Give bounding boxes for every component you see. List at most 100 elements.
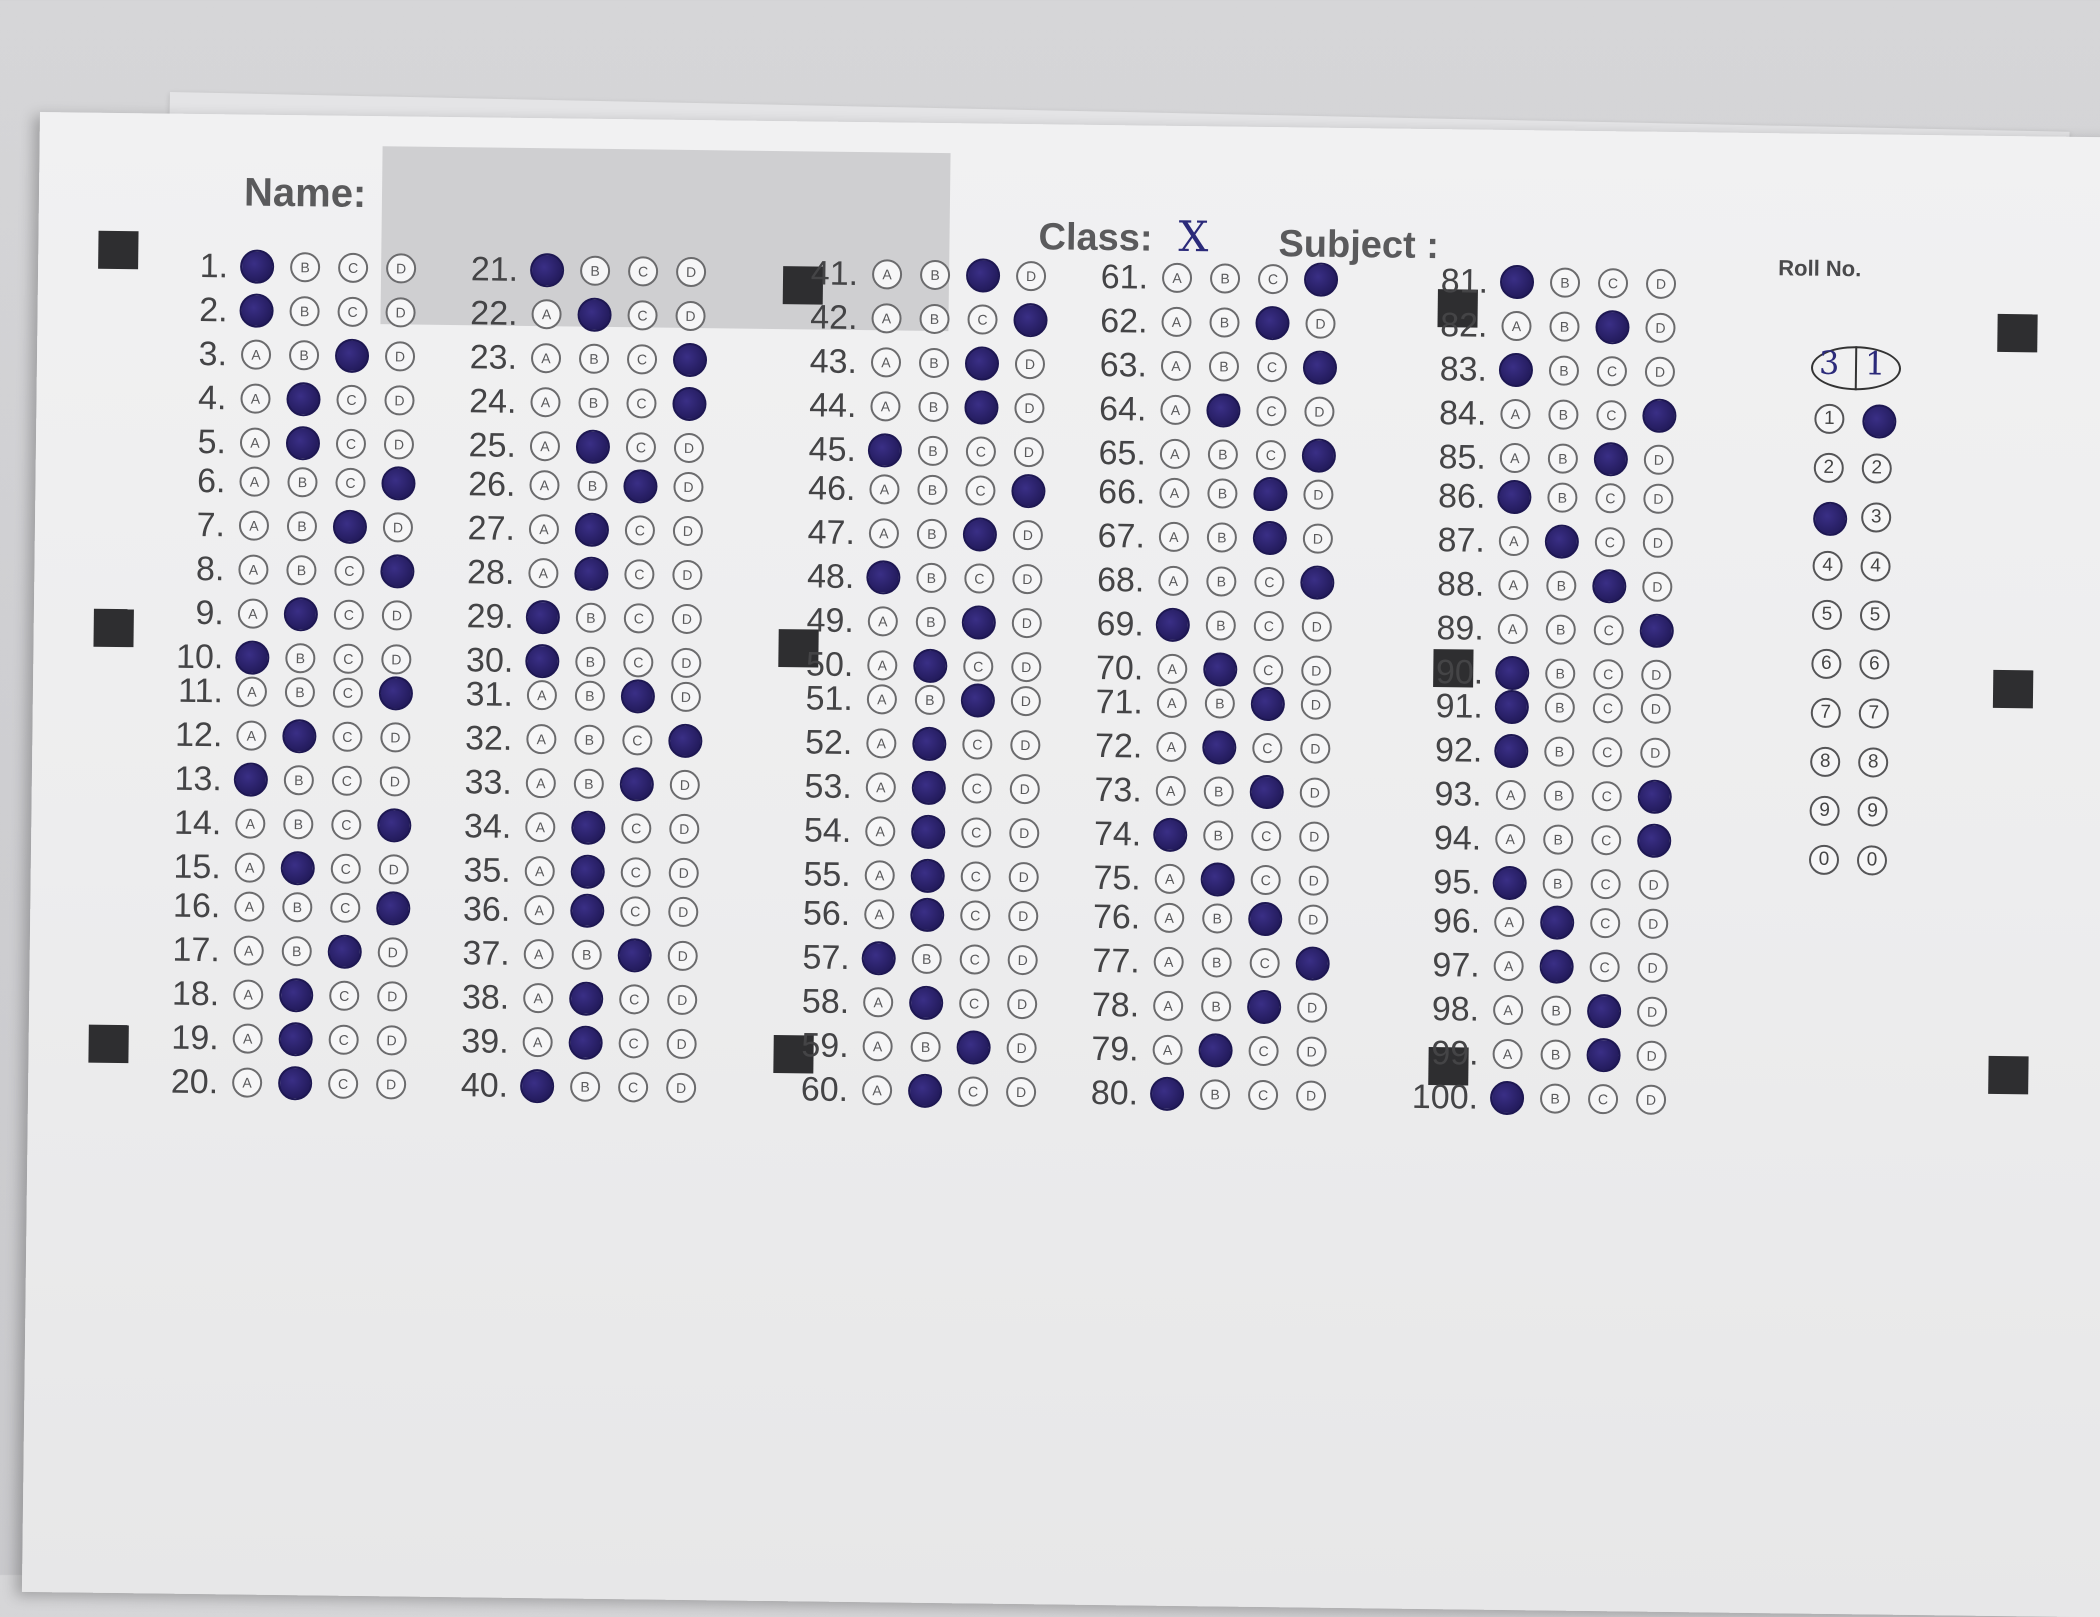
answer-bubble[interactable]: D [380,722,411,753]
answer-bubble[interactable]: D [1006,988,1038,1020]
answer-bubble[interactable]: D [1304,396,1335,427]
roll-bubble[interactable]: 3 [1861,502,1892,533]
answer-bubble[interactable]: D [1296,992,1328,1023]
filled-bubble[interactable]: C [1255,305,1290,341]
answer-bubble[interactable]: D [1301,611,1332,642]
answer-bubble[interactable]: C [1250,864,1281,896]
answer-bubble[interactable]: A [1492,1038,1523,1070]
answer-bubble[interactable]: D [384,385,415,416]
answer-bubble[interactable]: D [1295,1080,1327,1111]
answer-bubble[interactable]: A [868,518,900,549]
answer-bubble[interactable]: B [1199,1079,1231,1110]
filled-bubble[interactable]: C [1250,686,1286,722]
answer-bubble[interactable]: D [1006,1032,1037,1064]
answer-bubble[interactable]: D [382,512,414,543]
filled-bubble[interactable]: D [376,891,411,926]
answer-bubble[interactable]: C [626,344,658,375]
answer-bubble[interactable]: A [530,387,561,418]
answer-bubble[interactable]: C [332,721,363,752]
answer-bubble[interactable]: B [916,562,947,594]
answer-bubble[interactable]: D [667,984,698,1016]
answer-bubble[interactable]: D [1637,952,1668,983]
filled-bubble[interactable]: D [380,554,415,589]
answer-bubble[interactable]: D [1636,996,1668,1027]
answer-bubble[interactable]: C [618,1028,649,1059]
answer-bubble[interactable]: C [1589,951,1620,983]
answer-bubble[interactable]: D [673,471,704,503]
answer-bubble[interactable]: D [1299,821,1330,852]
answer-bubble[interactable]: B [916,518,948,550]
answer-bubble[interactable]: B [1548,355,1580,386]
answer-bubble[interactable]: A [234,891,265,922]
answer-bubble[interactable]: C [331,765,363,796]
filled-bubble[interactable]: D [1637,823,1672,858]
answer-bubble[interactable]: C [1256,395,1287,427]
answer-bubble[interactable]: B [1546,570,1577,601]
answer-bubble[interactable]: C [1590,908,1621,939]
answer-bubble[interactable]: A [233,979,264,1010]
filled-bubble[interactable]: A [233,762,269,797]
roll-bubble[interactable]: 5 [1811,599,1843,631]
answer-bubble[interactable]: C [625,432,657,463]
answer-bubble[interactable]: D [1011,607,1043,639]
filled-bubble[interactable]: D [1011,473,1046,509]
answer-bubble[interactable]: C [1257,263,1289,295]
answer-bubble[interactable]: C [1595,483,1626,514]
answer-bubble[interactable]: B [1547,482,1578,513]
answer-bubble[interactable]: A [526,679,558,711]
answer-bubble[interactable]: D [669,769,701,801]
filled-bubble[interactable]: A [239,293,274,328]
answer-bubble[interactable]: B [574,680,606,711]
roll-bubble[interactable]: 1 [1814,403,1845,435]
answer-bubble[interactable]: D [1638,908,1669,939]
filled-bubble[interactable]: D [1295,946,1330,981]
answer-bubble[interactable]: A [1154,863,1185,895]
filled-bubble[interactable]: B [283,597,319,632]
filled-bubble[interactable]: B [1198,1033,1233,1068]
filled-bubble[interactable]: B [907,1073,943,1109]
answer-bubble[interactable]: D [673,432,705,464]
answer-bubble[interactable]: A [1153,946,1184,978]
answer-bubble[interactable]: C [1251,820,1282,852]
answer-bubble[interactable]: B [286,511,318,542]
answer-bubble[interactable]: C [337,296,368,328]
filled-bubble[interactable]: B [568,1025,603,1060]
answer-bubble[interactable]: D [1013,436,1045,468]
answer-bubble[interactable]: C [963,651,994,682]
answer-bubble[interactable]: A [1156,687,1188,719]
answer-bubble[interactable]: D [666,1028,697,1060]
answer-bubble[interactable]: D [1300,733,1331,764]
filled-bubble[interactable]: C [965,258,1001,293]
filled-bubble[interactable]: B [286,382,321,417]
answer-bubble[interactable]: A [240,339,272,370]
answer-bubble[interactable]: C [335,467,366,499]
filled-bubble[interactable]: A [1498,352,1534,388]
filled-bubble[interactable]: C [1252,520,1288,556]
answer-bubble[interactable]: A [1160,394,1191,426]
answer-bubble[interactable]: D [1643,444,1675,475]
answer-bubble[interactable]: A [1152,1034,1183,1066]
answer-bubble[interactable]: A [1500,398,1531,430]
answer-bubble[interactable]: B [578,343,610,374]
answer-bubble[interactable]: A [525,767,557,799]
answer-bubble[interactable]: D [1644,356,1676,387]
answer-bubble[interactable]: D [1640,693,1672,724]
answer-bubble[interactable]: A [1157,653,1188,685]
answer-bubble[interactable]: D [381,600,413,631]
answer-bubble[interactable]: D [1014,392,1045,424]
answer-bubble[interactable]: D [1014,348,1046,380]
answer-bubble[interactable]: B [919,259,951,291]
filled-bubble[interactable]: C [619,767,655,802]
filled-bubble[interactable]: D [377,808,412,843]
roll-bubble[interactable]: 8 [1810,746,1841,778]
answer-bubble[interactable]: D [385,297,416,328]
answer-bubble[interactable]: A [1498,525,1530,557]
filled-bubble[interactable]: D [1642,398,1677,434]
filled-bubble[interactable]: D [1013,302,1048,338]
answer-bubble[interactable]: B [1203,776,1234,807]
answer-bubble[interactable]: D [671,647,702,679]
answer-bubble[interactable]: C [1592,693,1624,724]
filled-bubble[interactable]: C [1248,901,1283,937]
answer-bubble[interactable]: C [332,677,364,708]
answer-bubble[interactable]: D [668,896,699,928]
